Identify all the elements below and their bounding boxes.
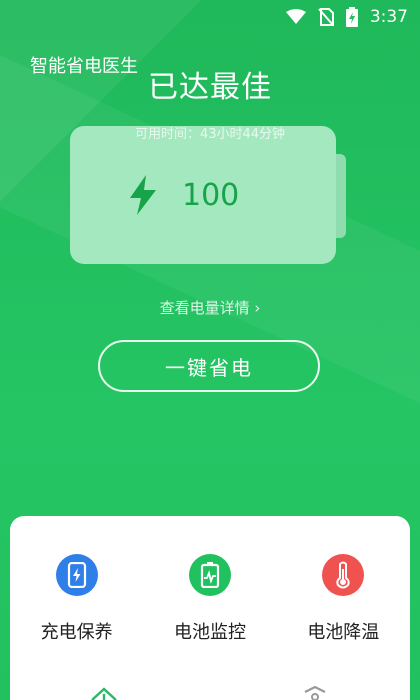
feature-charging-care[interactable]: 充电保养 <box>17 554 137 644</box>
feature-label: 电池降温 <box>307 622 380 643</box>
battery-card: 100 <box>70 126 336 264</box>
battery-status-headline: 已达最佳 <box>148 70 272 105</box>
battery-monitor-icon <box>188 554 231 596</box>
phone-charging-icon <box>55 554 98 596</box>
feature-battery-cooling[interactable]: 电池降温 <box>283 554 403 644</box>
battery-cap <box>336 154 346 238</box>
feature-battery-monitor[interactable]: 电池监控 <box>150 554 270 644</box>
feature-label: 充电保养 <box>40 622 113 643</box>
no-sim-icon <box>318 8 334 26</box>
battery-status-icon <box>345 7 358 27</box>
home-icon[interactable] <box>90 686 118 700</box>
bottom-nav <box>0 678 420 700</box>
one-tap-save-button[interactable]: 一键省电 <box>98 340 320 392</box>
status-bar: 3:37 <box>0 0 420 34</box>
thermometer-icon <box>322 554 365 596</box>
available-time: 可用时间：43小时44分钟 <box>134 127 286 142</box>
feature-label: 电池监控 <box>173 622 246 643</box>
status-time: 3:37 <box>369 7 408 27</box>
wifi-icon <box>285 9 306 25</box>
battery-detail-link[interactable]: 查看电量详情 › <box>0 297 420 318</box>
lightning-icon <box>128 175 158 215</box>
feature-panel: 充电保养 电池监控 电池降温 <box>10 516 410 700</box>
battery-level: 100 <box>182 177 240 213</box>
shield-icon[interactable] <box>302 685 328 700</box>
